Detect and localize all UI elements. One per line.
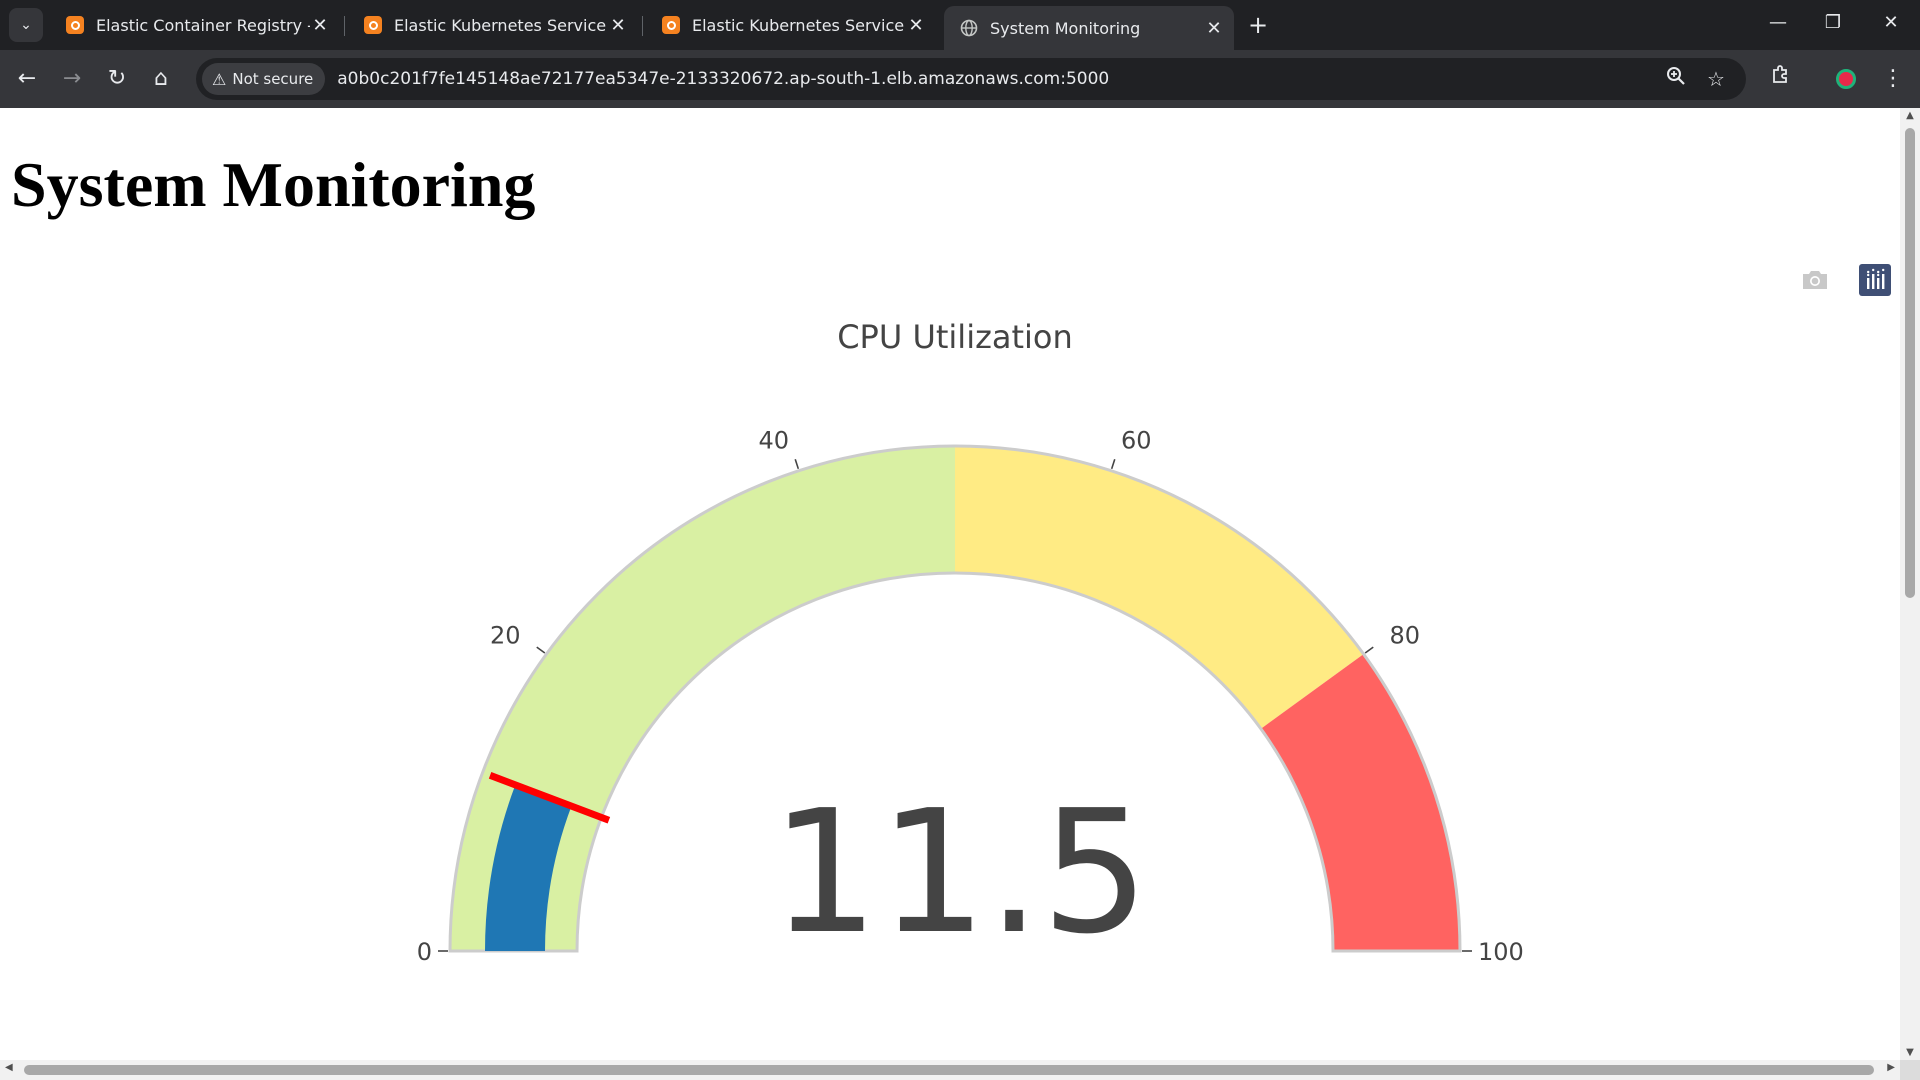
gauge-chart: 0 20 40 60 80 100 11.5 <box>417 426 1524 972</box>
extensions-puzzle-icon[interactable] <box>1764 63 1798 95</box>
warning-triangle-icon: ⚠ <box>212 69 227 89</box>
security-label: Not secure <box>232 70 314 88</box>
vertical-scroll-thumb[interactable] <box>1905 128 1915 598</box>
tab-divider <box>344 16 345 36</box>
back-button[interactable]: ← <box>10 63 44 95</box>
forward-button[interactable]: → <box>55 63 89 95</box>
horizontal-scroll-thumb[interactable] <box>24 1065 1874 1075</box>
close-icon[interactable]: ✕ <box>608 15 628 36</box>
more-menu-icon[interactable]: ⋮ <box>1876 63 1910 95</box>
scrollbar-corner <box>1900 1060 1920 1080</box>
chevron-down-icon: ⌄ <box>20 17 32 33</box>
close-icon[interactable]: ✕ <box>310 15 330 36</box>
minimize-button[interactable]: — <box>1758 8 1798 38</box>
close-icon[interactable]: ✕ <box>906 15 926 36</box>
bookmark-star-icon[interactable]: ☆ <box>1699 62 1733 96</box>
close-icon[interactable]: ✕ <box>1204 18 1224 39</box>
security-chip[interactable]: ⚠ Not secure <box>202 63 326 95</box>
url-text[interactable]: a0b0c201f7fe145148ae72177ea5347e-2133320… <box>337 69 1109 89</box>
tab-eks-2[interactable]: Elastic Kubernetes Service | ap-s ✕ <box>646 6 936 44</box>
scroll-right-arrow-icon[interactable]: ▶ <box>1887 1062 1895 1073</box>
aws-orange-icon <box>662 16 680 34</box>
tab-ecr[interactable]: Elastic Container Registry - Ima ✕ <box>50 6 340 44</box>
tab-search-button[interactable]: ⌄ <box>9 8 43 42</box>
tab-system-monitoring[interactable]: System Monitoring ✕ <box>944 6 1234 50</box>
tab-title: Elastic Container Registry - Ima <box>96 15 310 35</box>
gauge-tick-label-100: 100 <box>1478 938 1524 966</box>
gauge-tick-label-20: 20 <box>490 621 521 649</box>
gauge-tick-label-40: 40 <box>759 426 790 454</box>
tab-eks-1[interactable]: Elastic Kubernetes Service | ap-s ✕ <box>348 6 638 44</box>
aws-orange-icon <box>364 16 382 34</box>
gauge-tick-80 <box>1364 646 1374 654</box>
gauge-tick-60 <box>1110 459 1116 470</box>
zoom-icon[interactable] <box>1659 62 1693 96</box>
scroll-up-arrow-icon[interactable]: ▲ <box>1900 110 1920 121</box>
tab-title: Elastic Kubernetes Service | ap-s <box>394 15 608 35</box>
close-window-button[interactable]: ✕ <box>1871 8 1911 38</box>
tab-title: System Monitoring <box>990 18 1141 38</box>
tab-divider <box>642 16 643 36</box>
profile-avatar[interactable] <box>1836 69 1856 89</box>
gauge-value-number: 11.5 <box>771 774 1150 972</box>
reload-button[interactable]: ↻ <box>100 63 134 95</box>
scroll-down-arrow-icon[interactable]: ▼ <box>1900 1047 1920 1058</box>
gauge-tick-label-0: 0 <box>417 938 432 966</box>
horizontal-scrollbar[interactable]: ◀ ▶ <box>0 1060 1900 1080</box>
address-bar[interactable]: ⚠ Not secure a0b0c201f7fe145148ae72177ea… <box>196 58 1746 100</box>
globe-icon <box>960 19 978 37</box>
tab-strip: ⌄ Elastic Container Registry - Ima ✕ Ela… <box>0 0 1920 50</box>
gauge-tick-20 <box>536 646 546 654</box>
page-content: System Monitoring CPU Utilization 0 20 40 6… <box>0 108 1900 1060</box>
gauge-tick-label-80: 80 <box>1389 621 1420 649</box>
home-button[interactable]: ⌂ <box>144 63 178 95</box>
vertical-scrollbar[interactable]: ▲ ▼ <box>1900 108 1920 1060</box>
browser-toolbar: ← → ↻ ⌂ ⚠ Not secure a0b0c201f7fe145148a… <box>0 50 1920 108</box>
scroll-left-arrow-icon[interactable]: ◀ <box>5 1062 13 1073</box>
restore-button[interactable]: ❐ <box>1813 8 1853 38</box>
tab-title: Elastic Kubernetes Service | ap-s <box>692 15 906 35</box>
gauge-tick-40 <box>794 459 800 470</box>
aws-orange-icon <box>66 16 84 34</box>
new-tab-button[interactable]: + <box>1243 10 1273 40</box>
gauge-tick-label-60: 60 <box>1121 426 1152 454</box>
